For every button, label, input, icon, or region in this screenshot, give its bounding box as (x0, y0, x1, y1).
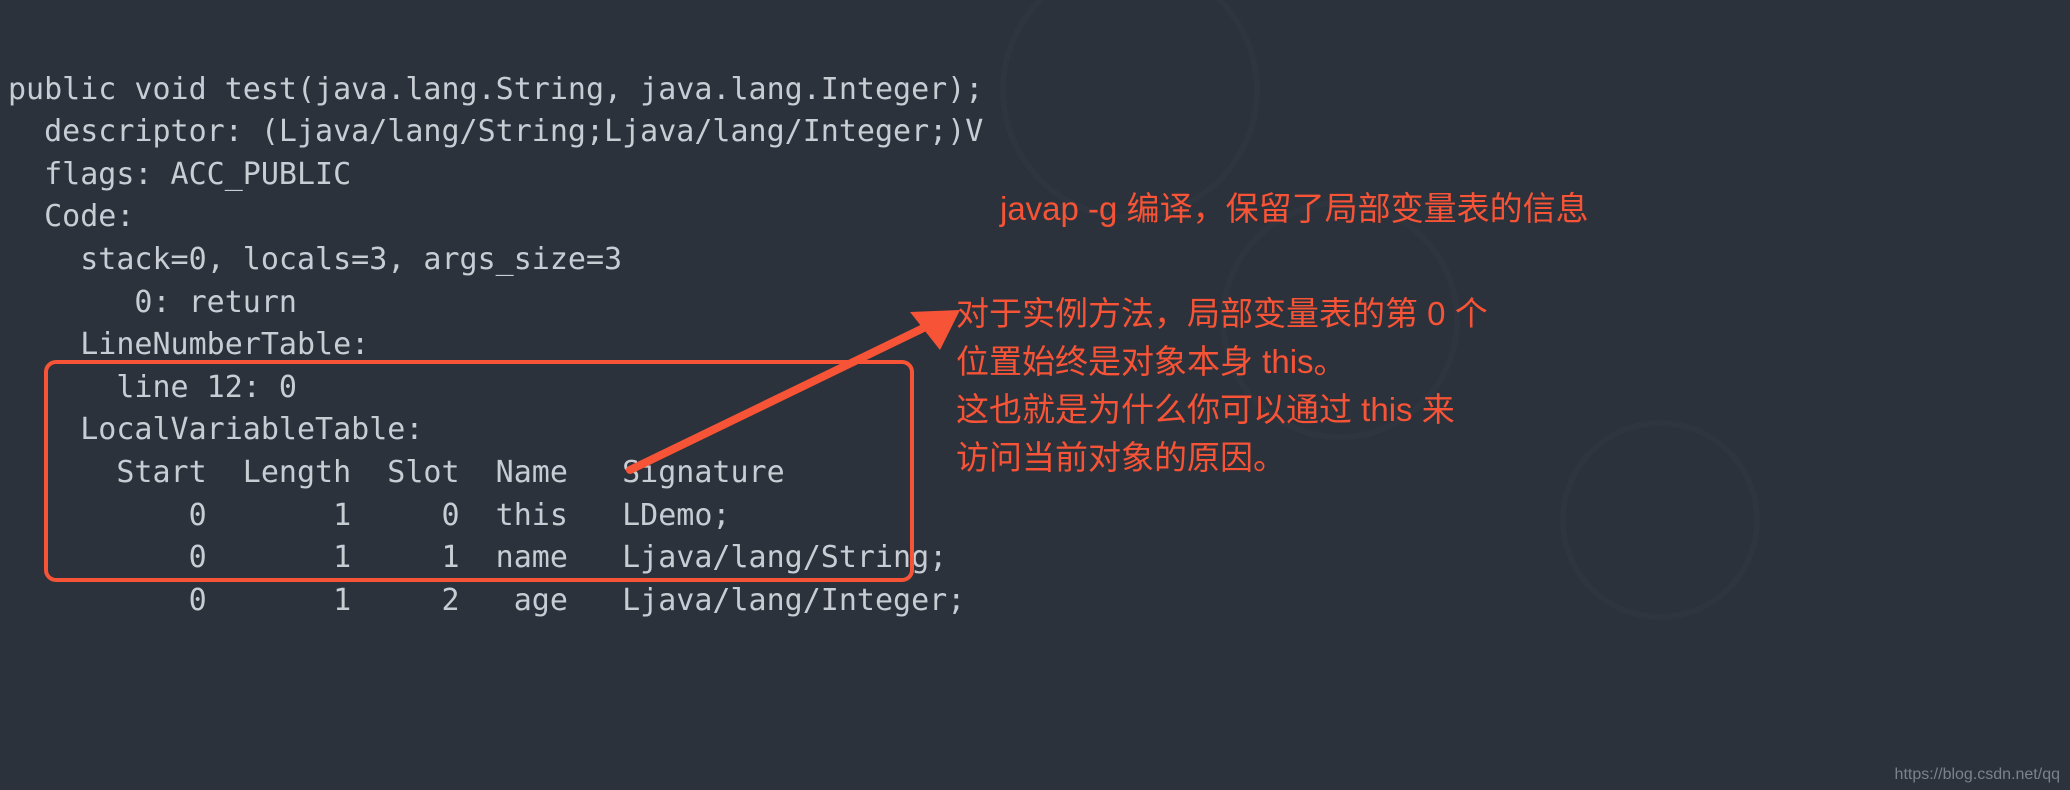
javap-output: public void test(java.lang.String, java.… (8, 26, 983, 622)
code-line: 0: return (8, 285, 297, 320)
annotation-side: 对于实例方法，局部变量表的第 0 个 位置始终是对象本身 this。 这也就是为… (956, 290, 1488, 481)
annotation-line: 访问当前对象的原因。 (956, 434, 1488, 482)
code-line: LineNumberTable: (8, 327, 369, 362)
code-line: 0 1 1 name Ljava/lang/String; (8, 540, 947, 575)
code-line: Start Length Slot Name Signature (8, 455, 785, 490)
code-line: 0 1 2 age Ljava/lang/Integer; (8, 583, 965, 618)
code-line: flags: ACC_PUBLIC (8, 157, 351, 192)
code-line: public void test(java.lang.String, java.… (8, 72, 983, 107)
annotation-line: 位置始终是对象本身 this。 (956, 338, 1488, 386)
code-line: 0 1 0 this LDemo; (8, 498, 730, 533)
code-line: stack=0, locals=3, args_size=3 (8, 242, 622, 277)
annotation-top: javap -g 编译，保留了局部变量表的信息 (1000, 185, 1589, 233)
code-line: descriptor: (Ljava/lang/String;Ljava/lan… (8, 114, 983, 149)
code-line: LocalVariableTable: (8, 412, 423, 447)
footer-url: https://blog.csdn.net/qq (1895, 766, 2060, 784)
annotation-line: 这也就是为什么你可以通过 this 来 (956, 386, 1488, 434)
code-line: Code: (8, 199, 134, 234)
code-line: line 12: 0 (8, 370, 297, 405)
annotation-line: 对于实例方法，局部变量表的第 0 个 (956, 290, 1488, 338)
watermark-circle (1560, 420, 1760, 620)
